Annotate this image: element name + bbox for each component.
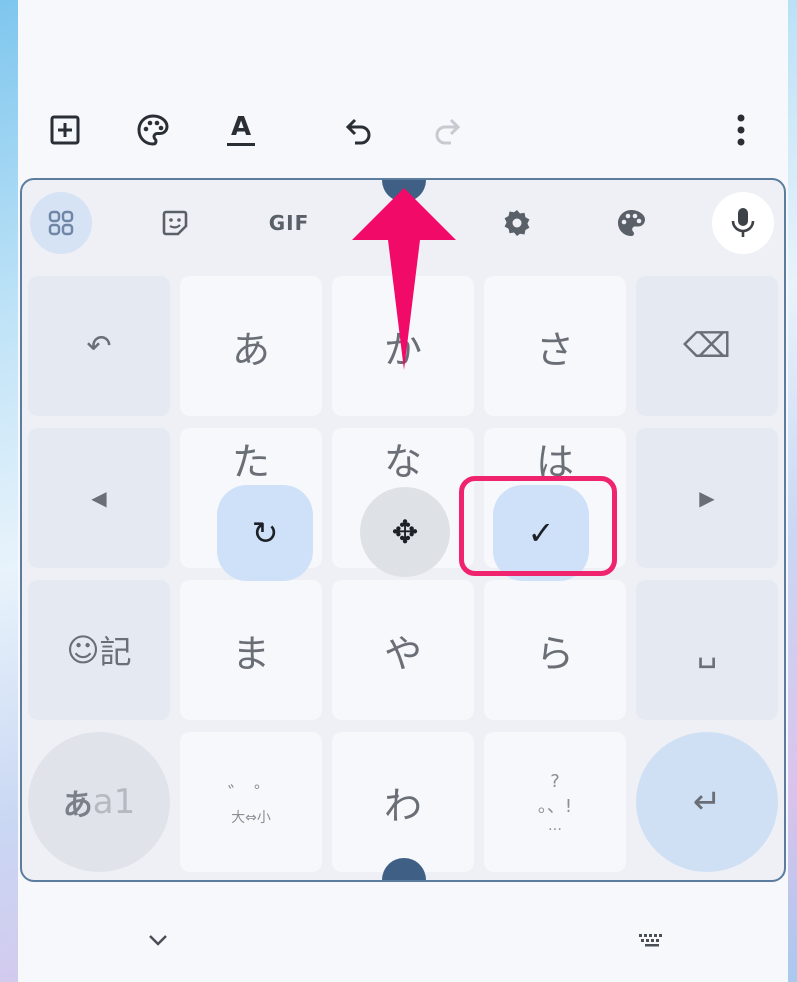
right-arrow-icon: ▶ [699,486,715,510]
punct-bottom-label: … [548,817,562,834]
enter-key[interactable]: ↵ [636,732,778,872]
punctuation-key[interactable]: ? 。、! … [484,732,626,872]
key-ma[interactable]: ま [180,580,322,720]
cursor-left-key[interactable]: ◀ [28,428,170,568]
dakuten-bottom-label: 大⇔小 [231,809,271,826]
redo-icon[interactable] [424,107,470,153]
text-format-icon[interactable]: A [218,107,264,153]
undo-icon[interactable] [336,107,382,153]
highlight-box [459,476,617,576]
backspace-key[interactable]: ⌫ [636,276,778,416]
key-na-label: な [383,439,422,484]
reset-size-button[interactable]: ↻ [217,485,313,581]
symbol-key[interactable]: ☺ 記 [28,580,170,720]
move-keyboard-button[interactable]: ✥ [360,487,450,577]
left-arrow-icon: ◀ [91,486,107,510]
key-ma-label: ま [231,631,270,676]
app-window: A GIF ↶ あ さ ⌫ ◀ た な は ▶ ☺ 記 ま や ら ␣ あ a1… [18,0,788,982]
annotation-arrow-icon [352,188,456,370]
key-sa-label: さ [535,327,574,372]
key-ya-label: や [383,631,422,676]
text-format-glyph: A [230,112,252,142]
collapse-keyboard-icon[interactable] [138,920,178,960]
move-icon: ✥ [391,513,419,551]
cursor-right-key[interactable]: ▶ [636,428,778,568]
key-ra-label: ら [535,631,574,676]
sticker-icon[interactable] [144,192,206,254]
palette-icon[interactable] [130,107,176,153]
gif-icon[interactable]: GIF [258,192,320,254]
gif-label: GIF [268,211,310,235]
key-ra[interactable]: ら [484,580,626,720]
space-key[interactable]: ␣ [636,580,778,720]
key-wa-label: わ [383,783,422,828]
keyboard-switch-icon[interactable] [632,920,672,960]
bottom-bar [18,895,788,982]
symbol-kanji-label: 記 [99,633,132,671]
key-a-label: あ [231,327,270,372]
undo-key[interactable]: ↶ [28,276,170,416]
editor-toolbar: A [18,95,788,170]
smiley-icon: ☺ [66,631,100,669]
text-format-underline [227,143,255,146]
more-vert-icon[interactable] [718,107,764,153]
palette-icon[interactable] [600,192,662,254]
enter-icon: ↵ [692,782,722,822]
punct-mid-label: 。、! [537,795,573,817]
apps-grid-icon[interactable] [30,192,92,254]
dakuten-key[interactable]: ゛ ゜ 大⇔小 [180,732,322,872]
dakuten-top-label: ゛ ゜ [227,781,275,806]
input-mode-key[interactable]: あ a1 [28,732,170,872]
punct-top-label: ? [550,770,560,792]
backspace-icon: ⌫ [682,326,732,366]
undo-key-glyph: ↶ [86,328,112,364]
mode-hira-label: あ [62,788,93,823]
mode-alpha-label: a1 [92,782,136,822]
settings-gear-icon[interactable] [486,192,548,254]
add-box-icon[interactable] [42,107,88,153]
rotate-icon: ↻ [251,514,279,552]
key-wa[interactable]: わ [332,732,474,872]
key-sa[interactable]: さ [484,276,626,416]
space-icon: ␣ [696,631,718,669]
microphone-icon[interactable] [712,192,774,254]
key-ta-label: た [231,439,270,484]
key-ya[interactable]: や [332,580,474,720]
key-a[interactable]: あ [180,276,322,416]
